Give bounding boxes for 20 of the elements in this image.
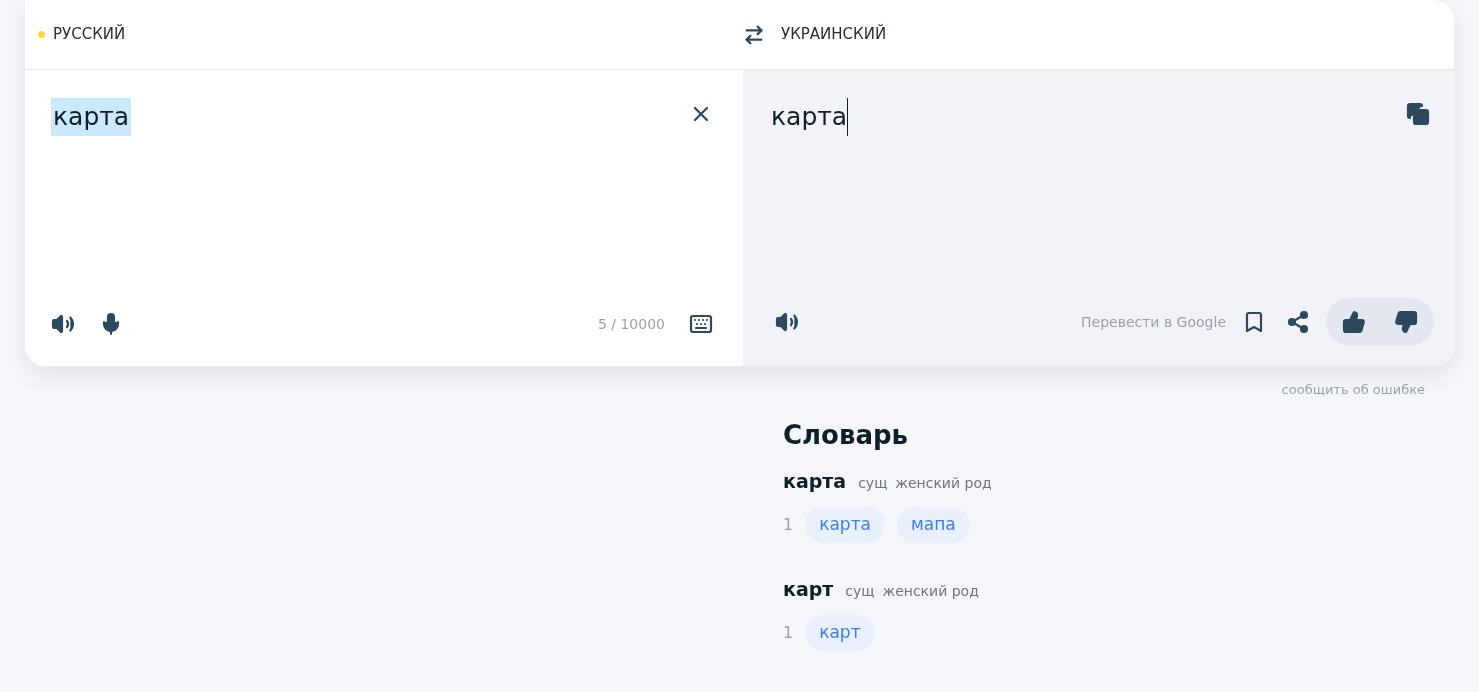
- part-of-speech: сущ: [845, 581, 875, 601]
- translation-chip[interactable]: карт: [805, 615, 875, 651]
- meaning-number: 1: [783, 513, 794, 536]
- part-of-speech: сущ: [858, 473, 888, 493]
- dictionary-word: карта: [783, 468, 847, 494]
- dictionary-word: карт: [783, 576, 834, 602]
- meaning-number: 1: [783, 621, 794, 644]
- google-translate-link[interactable]: Перевести в Google: [1081, 311, 1226, 333]
- target-language[interactable]: УКРАИНСКИЙ: [781, 23, 887, 46]
- translation-text: карта: [771, 98, 849, 136]
- character-counter: 5 / 10000: [597, 314, 665, 334]
- translation-chip[interactable]: мапа: [897, 507, 970, 543]
- report-error-link[interactable]: сообщить об ошибке: [1281, 380, 1425, 400]
- grammatical-gender: женский род: [895, 473, 992, 493]
- source-language[interactable]: РУССКИЙ: [53, 23, 126, 46]
- grammatical-gender: женский род: [882, 581, 979, 601]
- dictionary-title: Словарь: [783, 418, 910, 452]
- swap-languages-icon[interactable]: [743, 23, 765, 46]
- translation-chip[interactable]: карта: [805, 507, 885, 543]
- source-text[interactable]: карта: [51, 98, 132, 136]
